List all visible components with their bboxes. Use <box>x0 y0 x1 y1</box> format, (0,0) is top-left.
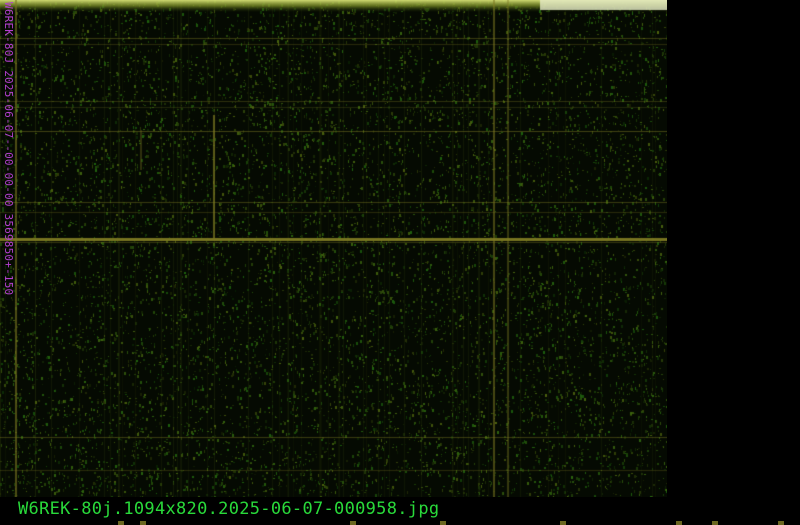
footer-tick <box>560 521 566 525</box>
station-time-frequency-label: W6REK-80J 2025-06-07--00-00-00 3569850+-… <box>2 2 15 296</box>
footer-bar: W6REK-80j.1094x820.2025-06-07-000958.jpg <box>0 497 800 525</box>
footer-tick <box>712 521 718 525</box>
footer-tick <box>140 521 146 525</box>
footer-tick <box>440 521 446 525</box>
footer-tick <box>676 521 682 525</box>
spectrogram-viewer: W6REK-80J 2025-06-07--00-00-00 3569850+-… <box>0 0 800 525</box>
footer-tick <box>778 521 784 525</box>
waterfall-spectrogram <box>0 0 667 497</box>
footer-tick <box>350 521 356 525</box>
image-filename: W6REK-80j.1094x820.2025-06-07-000958.jpg <box>18 499 440 519</box>
footer-tick <box>118 521 124 525</box>
